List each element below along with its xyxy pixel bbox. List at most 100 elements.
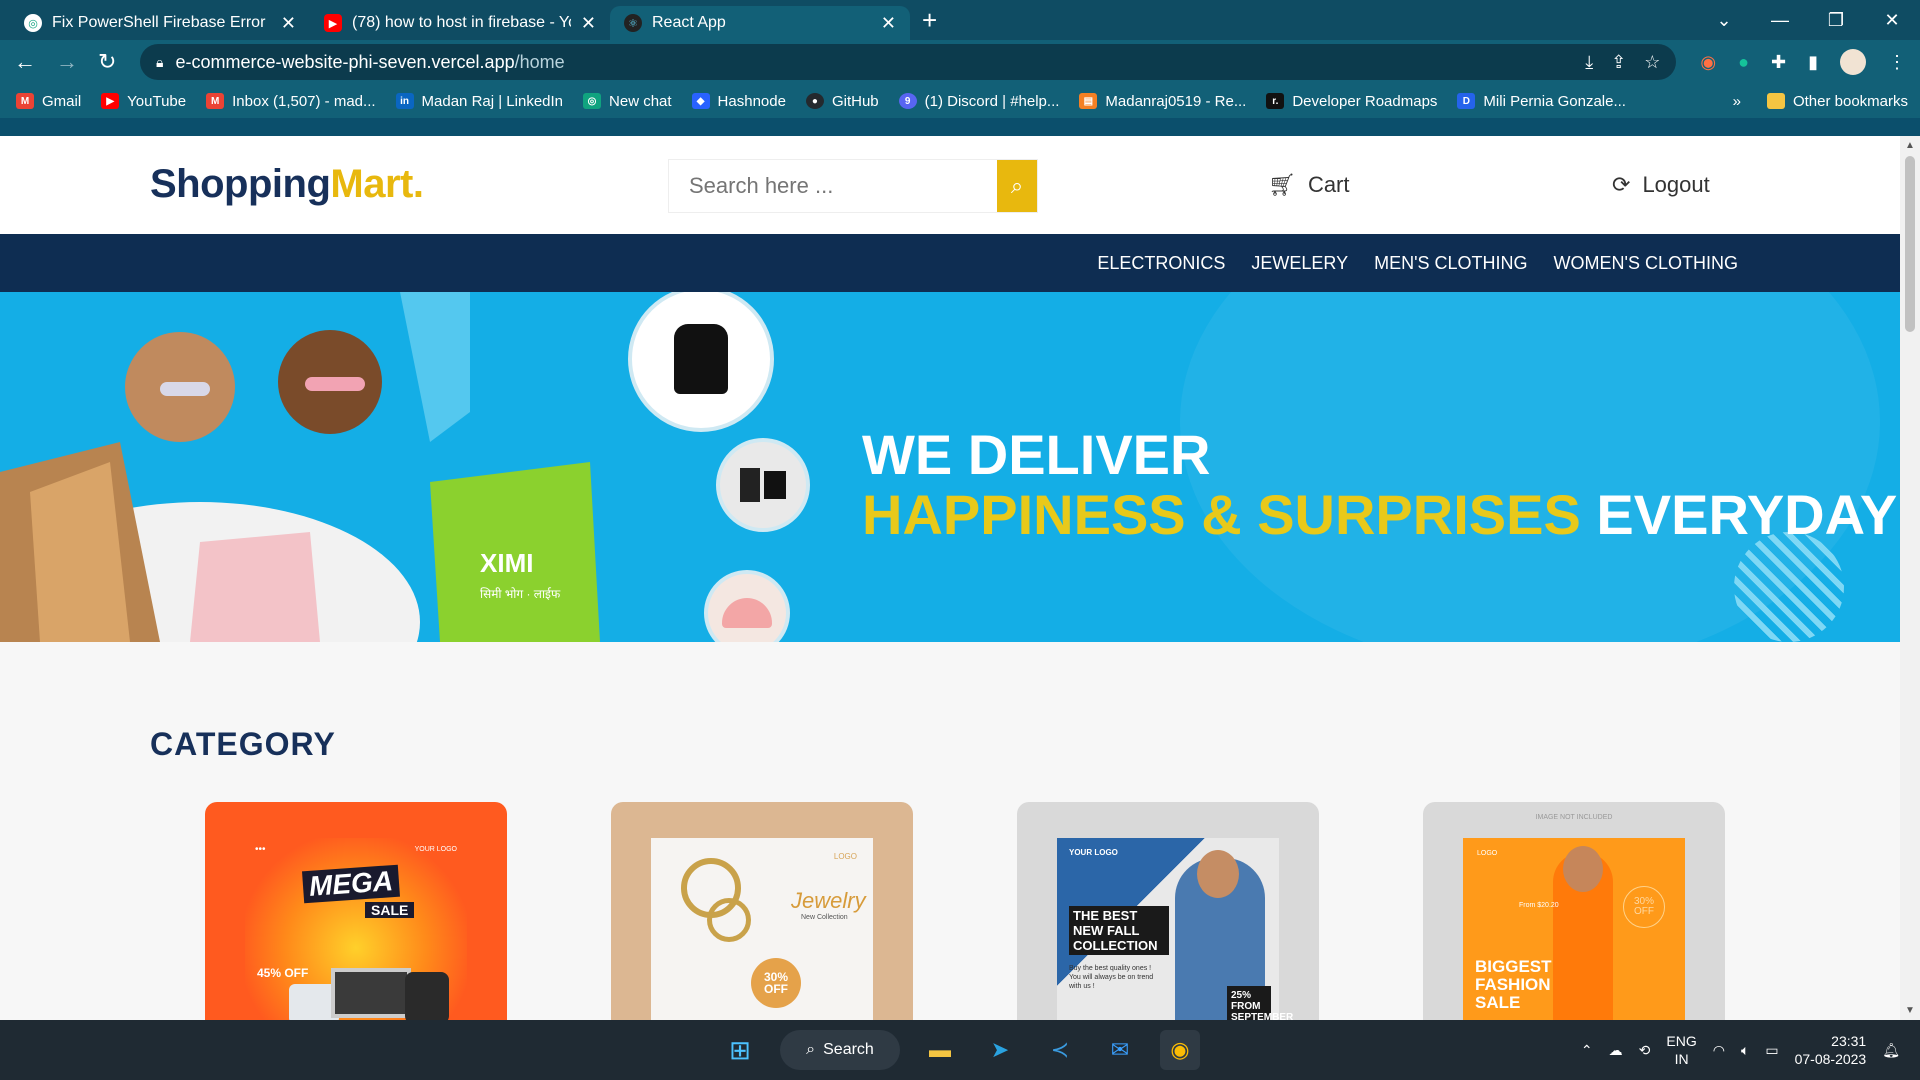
extensions-puzzle-icon[interactable]: ✚: [1771, 52, 1786, 73]
close-icon[interactable]: ✕: [281, 13, 296, 34]
model-head: [1563, 846, 1603, 892]
search-icon: ⌕: [1010, 173, 1024, 198]
cart-icon: 🛒︎: [1268, 172, 1296, 197]
nav-jewelery[interactable]: JEWELERY: [1251, 253, 1348, 274]
browser-tab-strip: ◎ Fix PowerShell Firebase Error ✕ ▶ (78)…: [0, 0, 1920, 40]
category-card-electronics[interactable]: ••• YOUR LOGO MEGA SALE 45% OFF: [205, 802, 507, 1020]
bookmark-hashnode[interactable]: ◆ Hashnode: [691, 93, 786, 110]
side-panel-icon[interactable]: ▮: [1808, 52, 1818, 73]
bookmark-youtube[interactable]: ▶ YouTube: [101, 93, 186, 110]
folder-icon: [1766, 93, 1785, 109]
scroll-up-arrow-icon[interactable]: ▲: [1905, 140, 1915, 151]
logout-icon: ⟳: [1612, 172, 1631, 197]
url-path: /home: [514, 51, 565, 72]
github-icon: ●: [805, 93, 824, 109]
category-cards: ••• YOUR LOGO MEGA SALE 45% OFF LOGO Jew…: [205, 802, 1725, 1020]
volume-icon[interactable]: 🔈︎: [1741, 1042, 1749, 1059]
bookmarks-bar: M Gmail ▶ YouTube M Inbox (1,507) - mad... …: [0, 84, 1920, 118]
chevron-up-icon[interactable]: ⌃: [1581, 1042, 1593, 1059]
grammarly-icon[interactable]: ●: [1738, 52, 1749, 73]
bookmarks-overflow-icon[interactable]: »: [1733, 93, 1741, 110]
stackoverflow-icon: ▤: [1079, 93, 1098, 109]
bookmark-stackoverflow[interactable]: ▤ Madanraj0519 - Re...: [1079, 93, 1246, 110]
cooker-image: [405, 972, 449, 1020]
page-viewport: ShoppingMart. ⌕ 🛒︎ Cart ⟳ Logout ELECTRO…: [0, 136, 1900, 1020]
bookmark-linkedin[interactable]: in Madan Raj | LinkedIn: [395, 93, 563, 110]
card-image: ••• YOUR LOGO MEGA SALE 45% OFF: [245, 838, 467, 1020]
install-app-icon[interactable]: ⤓: [1585, 52, 1593, 73]
bookmark-github[interactable]: ● GitHub: [805, 93, 879, 110]
battery-icon[interactable]: ▭: [1765, 1042, 1778, 1059]
page-scrollbar[interactable]: ▲ ▼: [1900, 136, 1920, 1020]
browser-tab[interactable]: ◎ Fix PowerShell Firebase Error ✕: [10, 6, 310, 40]
taskbar-search[interactable]: ⌕ Search: [780, 1030, 900, 1070]
scroll-down-arrow-icon[interactable]: ▼: [1905, 1005, 1915, 1016]
nav-womens-clothing[interactable]: WOMEN'S CLOTHING: [1554, 253, 1738, 274]
taskbar: ⊞ ⌕ Search ▬ ➤ ≺ ✉ ◉ ⌃ ☁ ⟲ ENG IN ◠ 🔈︎ ▭ …: [0, 1020, 1920, 1080]
card-image: YOUR LOGO THE BEST NEW FALL COLLECTION B…: [1057, 838, 1293, 1020]
card-image: LOGO From $20.20 30% OFF BIGGEST FASHION…: [1463, 838, 1685, 1020]
clock[interactable]: 23:31 07-08-2023: [1795, 1032, 1867, 1068]
file-explorer-icon[interactable]: ▬: [920, 1030, 960, 1070]
telegram-icon[interactable]: ➤: [980, 1030, 1020, 1070]
restore-button[interactable]: ❐: [1808, 10, 1864, 31]
profile-avatar[interactable]: [1840, 49, 1866, 75]
category-card-mens-clothing[interactable]: YOUR LOGO THE BEST NEW FALL COLLECTION B…: [1017, 802, 1319, 1020]
extension-icon[interactable]: ◉: [1700, 52, 1716, 73]
youtube-icon: ▶: [101, 93, 120, 109]
bookmark-gmail[interactable]: M Gmail: [16, 93, 81, 110]
system-tray: ⌃ ☁ ⟲ ENG IN ◠ 🔈︎ ▭ 23:31 07-08-2023 🔔︎: [1581, 1020, 1900, 1080]
close-icon[interactable]: ✕: [581, 13, 596, 34]
nav-electronics[interactable]: ELECTRONICS: [1097, 253, 1225, 274]
cap-image: [704, 570, 790, 642]
browser-tab[interactable]: ▶ (78) how to host in firebase - You ✕: [310, 6, 610, 40]
search-input[interactable]: [669, 160, 997, 212]
close-icon[interactable]: ✕: [881, 13, 896, 34]
new-tab-button[interactable]: +: [922, 5, 937, 40]
url-bar[interactable]: 🔒︎ e-commerce-website-phi-seven.vercel.a…: [140, 44, 1677, 80]
hero-headline-line1: WE DELIVER: [862, 423, 1211, 486]
logout-link[interactable]: ⟳ Logout: [1612, 172, 1710, 198]
windows-start-icon[interactable]: ⊞: [720, 1030, 760, 1070]
chrome-icon[interactable]: ◉: [1160, 1030, 1200, 1070]
tab-search-icon[interactable]: ⌄: [1696, 10, 1752, 31]
close-window-button[interactable]: ✕: [1864, 10, 1920, 31]
bookmark-star-icon[interactable]: ☆: [1644, 52, 1660, 73]
cart-link[interactable]: 🛒︎ Cart: [1268, 172, 1350, 198]
other-bookmarks[interactable]: Other bookmarks: [1766, 93, 1908, 110]
bookmark-mili[interactable]: D Mili Pernia Gonzale...: [1457, 93, 1626, 110]
site-header: ShoppingMart. ⌕ 🛒︎ Cart ⟳ Logout: [0, 136, 1900, 234]
model-head: [1197, 850, 1239, 898]
bookmark-new-chat[interactable]: ◎ New chat: [583, 93, 672, 110]
menu-kebab-icon[interactable]: ⋮: [1888, 52, 1906, 73]
url-host: e-commerce-website-phi-seven.vercel.app: [175, 51, 515, 72]
forward-arrow-icon[interactable]: →: [56, 49, 78, 75]
card-image: LOGO Jewelry New Collection 30% OFF: [651, 838, 873, 1020]
discord-icon: 9: [898, 93, 917, 109]
vscode-icon[interactable]: ≺: [1040, 1030, 1080, 1070]
notification-icon[interactable]: 🔔︎: [1882, 1042, 1900, 1059]
back-arrow-icon[interactable]: ←: [14, 49, 36, 75]
category-card-jewelery[interactable]: LOGO Jewelry New Collection 30% OFF: [611, 802, 913, 1020]
scrollbar-thumb[interactable]: [1905, 156, 1915, 332]
browser-tab-active[interactable]: ⚛ React App ✕: [610, 6, 910, 40]
wifi-icon[interactable]: ◠: [1713, 1042, 1725, 1059]
mail-icon[interactable]: ✉: [1100, 1030, 1140, 1070]
reload-icon[interactable]: ↻: [98, 49, 116, 75]
sync-icon[interactable]: ⟲: [1639, 1042, 1651, 1059]
category-card-womens-clothing[interactable]: IMAGE NOT INCLUDED LOGO From $20.20 30% …: [1423, 802, 1725, 1020]
onedrive-icon[interactable]: ☁: [1609, 1042, 1623, 1059]
react-icon: ⚛: [624, 14, 642, 32]
minimize-button[interactable]: —: [1752, 10, 1808, 31]
bookmark-inbox[interactable]: M Inbox (1,507) - mad...: [206, 93, 376, 110]
gmail-icon: M: [16, 93, 34, 109]
hero-headline-line2: HAPPINESS & SURPRISES EVERYDAY: [862, 483, 1898, 546]
nav-mens-clothing[interactable]: MEN'S CLOTHING: [1374, 253, 1527, 274]
bookmark-roadmaps[interactable]: r. Developer Roadmaps: [1266, 93, 1437, 110]
language-indicator[interactable]: ENG IN: [1666, 1032, 1696, 1068]
site-logo[interactable]: ShoppingMart.: [150, 162, 424, 207]
search-button[interactable]: ⌕: [997, 160, 1037, 212]
bag-brand-text: XIMI: [480, 548, 533, 578]
share-icon[interactable]: ⇪: [1611, 52, 1626, 73]
bookmark-discord[interactable]: 9 (1) Discord | #help...: [898, 93, 1059, 110]
